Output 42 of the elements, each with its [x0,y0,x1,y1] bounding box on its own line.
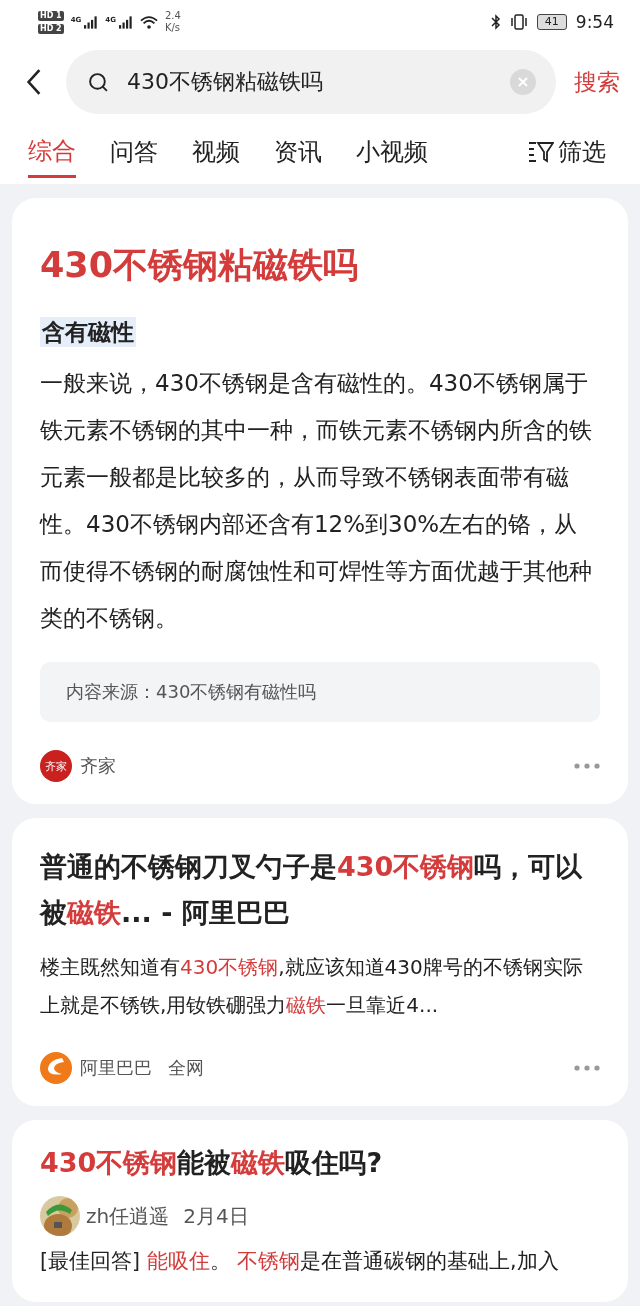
sim-badge: HD 2 [38,23,64,34]
author-name[interactable]: zh任逍遥 [86,1202,170,1230]
tab[interactable]: 视频 [192,128,240,176]
signal-icon [118,15,133,29]
tab[interactable]: 资讯 [274,128,322,176]
site-logo: 齐家 [40,750,72,782]
search-field[interactable]: 430不锈钢粘磁铁吗 [66,50,556,114]
search-text: 430不锈钢粘磁铁吗 [127,68,324,96]
sim-badge: HD 1 [38,10,64,21]
result-title[interactable]: 430不锈钢能被磁铁吸住吗? [40,1140,600,1186]
more-icon[interactable] [574,1065,600,1071]
back-icon[interactable] [26,68,42,96]
result-snippet: [最佳回答] 能吸住。 不锈钢是在普通碳钢的基础上,加入 [40,1248,560,1275]
signal-icon [84,15,99,29]
network-speed: K/s [164,22,181,34]
clock: 9:54 [575,12,614,32]
source-link[interactable]: 内容来源：430不锈钢有磁性吗 [40,662,600,722]
search-button[interactable]: 搜索 [574,66,620,98]
tab[interactable]: 小视频 [356,128,428,176]
search-icon [88,71,109,93]
answer-subtitle: 含有磁性 [40,317,136,347]
result-title[interactable]: 普通的不锈钢刀叉勺子是430不锈钢吗，可以被磁铁... - 阿里巴巴 [40,844,600,936]
tab[interactable]: 问答 [110,128,158,176]
network-speed: 2.4 [164,10,181,22]
result-card[interactable]: 普通的不锈钢刀叉勺子是430不锈钢吗，可以被磁铁... - 阿里巴巴 楼主既然知道有430不锈钢,就应该知道430牌号的不锈钢实际上就是不锈铁,用钕铁硼强力磁铁一旦靠近4... 阿里巴巴 全网 [12,818,628,1106]
filter-icon [528,141,554,163]
vibrate-icon [509,14,528,30]
tab[interactable]: 综合 [28,126,76,178]
bluetooth-icon [490,14,501,30]
result-scope: 全网 [168,1056,204,1080]
result-snippet: 楼主既然知道有430不锈钢,就应该知道430牌号的不锈钢实际上就是不锈铁,用钕铁硼强力磁铁一旦靠近4... [40,954,584,1019]
site-name: 齐家 [80,754,116,778]
site-name: 阿里巴巴 [80,1056,152,1080]
result-card[interactable]: 430不锈钢能被磁铁吸住吗? zh任逍遥 2月4日 [最佳回答] 能吸住。 不锈钢是在普通碳钢的基础上,加入 [12,1120,628,1302]
filter-button[interactable]: 筛选 [528,136,606,168]
site-logo [40,1052,72,1084]
answer-text: 一般来说，430不锈钢是含有磁性的。430不锈钢属于铁元素不锈钢的其中一种，而铁元素不锈钢内所含的铁元素一般都是比较多的，从而导致不锈钢表面带有磁性。430不锈钢内部还含有12%到30%左右的铬，从而使得不锈钢的耐腐蚀性和可焊性等方面优越于其他种类的不锈钢。 [40,369,593,633]
more-icon[interactable] [574,763,600,769]
wifi-icon [139,14,158,30]
answer-title: 430不锈钢粘磁铁吗 [40,244,360,287]
battery-icon: 41 [536,14,567,30]
answer-date: 2月4日 [183,1202,249,1230]
